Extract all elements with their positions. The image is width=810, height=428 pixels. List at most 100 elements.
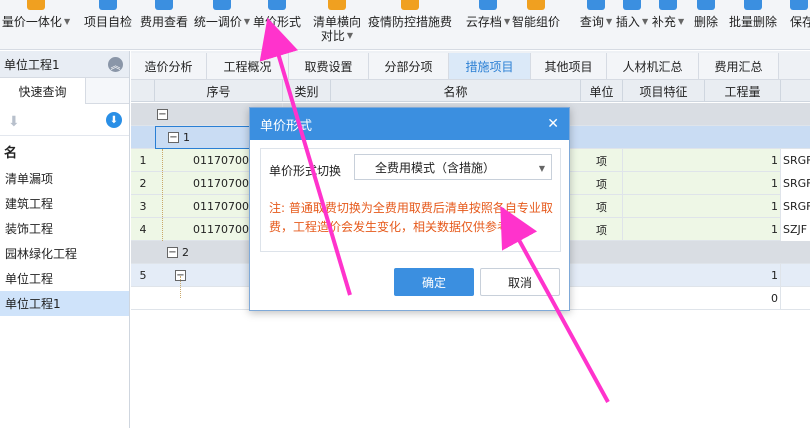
col-header-name[interactable]: 名称 — [331, 80, 581, 102]
toolbar-liangjia-button[interactable]: 量价一体化 ▼ — [2, 0, 71, 50]
toolbar-cloud-archive-button[interactable]: 云存档 ▼ — [466, 0, 510, 50]
toolbar-self-check-button[interactable]: 项目自检 — [82, 0, 134, 50]
toolbar-epidemic-fee-button[interactable]: 疫情防控措施费 — [366, 0, 454, 50]
cancel-button[interactable]: 取消 — [480, 268, 560, 296]
plus-icon — [659, 0, 677, 10]
left-item-missing-list[interactable]: 清单漏项 — [0, 166, 129, 191]
toolbar-compare-button[interactable]: 清单横向 对比 ▼ — [311, 0, 363, 50]
left-item-unit1[interactable]: 单位工程1 — [0, 291, 129, 316]
double-chevron-up-icon[interactable]: ︽ — [108, 56, 123, 72]
caret-down-icon: ▼ — [243, 17, 251, 26]
tab-measures[interactable]: 措施项目 — [449, 53, 531, 79]
grid-header: 序号 类别 名称 单位 项目特征 工程量 — [131, 80, 810, 102]
tree-line — [180, 276, 181, 298]
tab-sub-items[interactable]: 分部分项 — [369, 53, 449, 79]
col-header-unit[interactable]: 单位 — [581, 80, 623, 102]
price-adjust-icon — [213, 0, 231, 10]
unit-price-dialog: 单价形式 ✕ 单价形式切换 全费用模式（含措施） ▼ 注: 普通取费切换为全费用… — [249, 107, 570, 311]
toolbar-unit-price-form-button[interactable]: 单价形式 — [251, 0, 303, 50]
toolbar-batch-delete-button[interactable]: 批量删除 — [728, 0, 778, 50]
caret-down-icon: ▼ — [538, 164, 545, 173]
compare-icon — [328, 0, 346, 10]
col-header-index — [131, 80, 155, 102]
unit-cell[interactable]: 项 — [581, 149, 623, 172]
left-panel-tools: ⬇ ⬇ — [0, 104, 129, 136]
switch-label: 单价形式切换 — [269, 164, 342, 178]
unit-cell[interactable]: 项 — [581, 172, 623, 195]
caret-down-icon: ▼ — [63, 17, 71, 26]
qty-cell[interactable]: 0 — [705, 287, 781, 310]
extra-cell[interactable]: SRGF — [781, 149, 810, 172]
search-icon — [587, 0, 605, 10]
smart-icon — [527, 0, 545, 10]
col-header-extra — [781, 80, 810, 102]
toolbar-price-adjust-button[interactable]: 统一调价 ▼ — [193, 0, 251, 50]
left-panel-header: 单位工程1 ︽ — [0, 51, 129, 78]
check-icon — [99, 0, 117, 10]
qty-cell[interactable]: 1 — [705, 172, 781, 195]
unit-cell[interactable]: 项 — [581, 195, 623, 218]
tab-cost-analysis[interactable]: 造价分析 — [131, 53, 207, 79]
close-icon[interactable]: ✕ — [547, 116, 559, 132]
batch-delete-icon — [744, 0, 762, 10]
left-panel: 单位工程1 ︽ 快速查询 ⬇ ⬇ 名 清单漏项 建筑工程 装饰工程 园林绿化工程… — [0, 51, 130, 428]
toolbar-insert-button[interactable]: 插入 ▼ — [616, 0, 648, 50]
toolbar-smart-price-button[interactable]: 智能组价 — [510, 0, 562, 50]
collapse-icon[interactable]: − — [168, 132, 179, 143]
extra-cell[interactable]: SRGF — [781, 172, 810, 195]
left-panel-section-label: 名 — [4, 145, 18, 161]
integrate-icon — [27, 0, 45, 10]
left-item-landscape[interactable]: 园林绿化工程 — [0, 241, 129, 266]
col-header-code[interactable]: 序号 — [155, 80, 283, 102]
toolbar: 量价一体化 ▼ 项目自检 费用查看 统一调价 ▼ 单价形式 清单横向 对比 ▼ 疫情防… — [0, 0, 810, 50]
left-panel-tabs: 快速查询 — [0, 78, 129, 104]
collapse-icon[interactable]: − — [167, 247, 178, 258]
col-header-qty[interactable]: 工程量 — [705, 80, 781, 102]
extra-cell[interactable]: SZJF — [781, 218, 810, 241]
toolbar-delete-button[interactable]: 删除 — [692, 0, 720, 50]
qty-cell[interactable]: 1 — [705, 149, 781, 172]
caret-down-icon: ▼ — [346, 31, 354, 40]
unit-cell[interactable]: 项 — [581, 218, 623, 241]
qty-cell[interactable]: 1 — [705, 195, 781, 218]
tab-other-items[interactable]: 其他项目 — [531, 53, 607, 79]
left-item-unit[interactable]: 单位工程 — [0, 266, 129, 291]
qty-cell[interactable]: 1 — [705, 218, 781, 241]
tab-fee-settings[interactable]: 取费设置 — [289, 53, 369, 79]
unit-price-icon — [268, 0, 286, 10]
toolbar-supplement-button[interactable]: 补充 ▼ — [652, 0, 684, 50]
extra-cell[interactable]: SRGF — [781, 195, 810, 218]
save-icon — [790, 0, 808, 10]
dialog-body: 单价形式切换 全费用模式（含措施） ▼ 注: 普通取费切换为全费用取费后清单按照… — [260, 148, 561, 252]
download-icon[interactable]: ⬇ — [106, 112, 122, 128]
fee-view-icon — [155, 0, 173, 10]
left-panel-title: 单位工程1 — [4, 57, 60, 72]
ok-button[interactable]: 确定 — [394, 268, 474, 296]
collapse-icon[interactable]: − — [157, 109, 168, 120]
col-header-type[interactable]: 类别 — [283, 80, 331, 102]
warning-note: 注: 普通取费切换为全费用取费后清单按照各自专业取费，工程造价会发生变化，相关数… — [269, 201, 553, 234]
left-item-decoration[interactable]: 装饰工程 — [0, 216, 129, 241]
toolbar-save-button[interactable]: 保存 — [790, 0, 810, 50]
qty-cell[interactable]: 1 — [705, 264, 781, 287]
cloud-icon — [479, 0, 497, 10]
toolbar-fee-view-button[interactable]: 费用查看 — [138, 0, 190, 50]
col-header-feature[interactable]: 项目特征 — [623, 80, 705, 102]
main-tabs: 造价分析 工程概况 取费设置 分部分项 措施项目 其他项目 人材机汇总 费用汇总 — [131, 51, 810, 80]
tab-project-overview[interactable]: 工程概况 — [207, 53, 289, 79]
tab-fee-summary[interactable]: 费用汇总 — [699, 53, 779, 79]
delete-icon — [697, 0, 715, 10]
arrow-down-icon[interactable]: ⬇ — [8, 114, 20, 130]
tree-line — [162, 149, 163, 241]
tab-materials-summary[interactable]: 人材机汇总 — [607, 53, 699, 79]
dialog-titlebar: 单价形式 ✕ — [250, 108, 569, 140]
caret-down-icon: ▼ — [677, 17, 685, 26]
left-item-building[interactable]: 建筑工程 — [0, 191, 129, 216]
toolbar-query-button[interactable]: 查询 ▼ — [580, 0, 612, 50]
insert-icon — [623, 0, 641, 10]
price-mode-select[interactable]: 全费用模式（含措施） ▼ — [354, 154, 552, 180]
dialog-title: 单价形式 — [260, 118, 313, 134]
caret-down-icon: ▼ — [605, 17, 613, 26]
epidemic-icon — [401, 0, 419, 10]
tab-quick-query[interactable]: 快速查询 — [0, 78, 86, 104]
